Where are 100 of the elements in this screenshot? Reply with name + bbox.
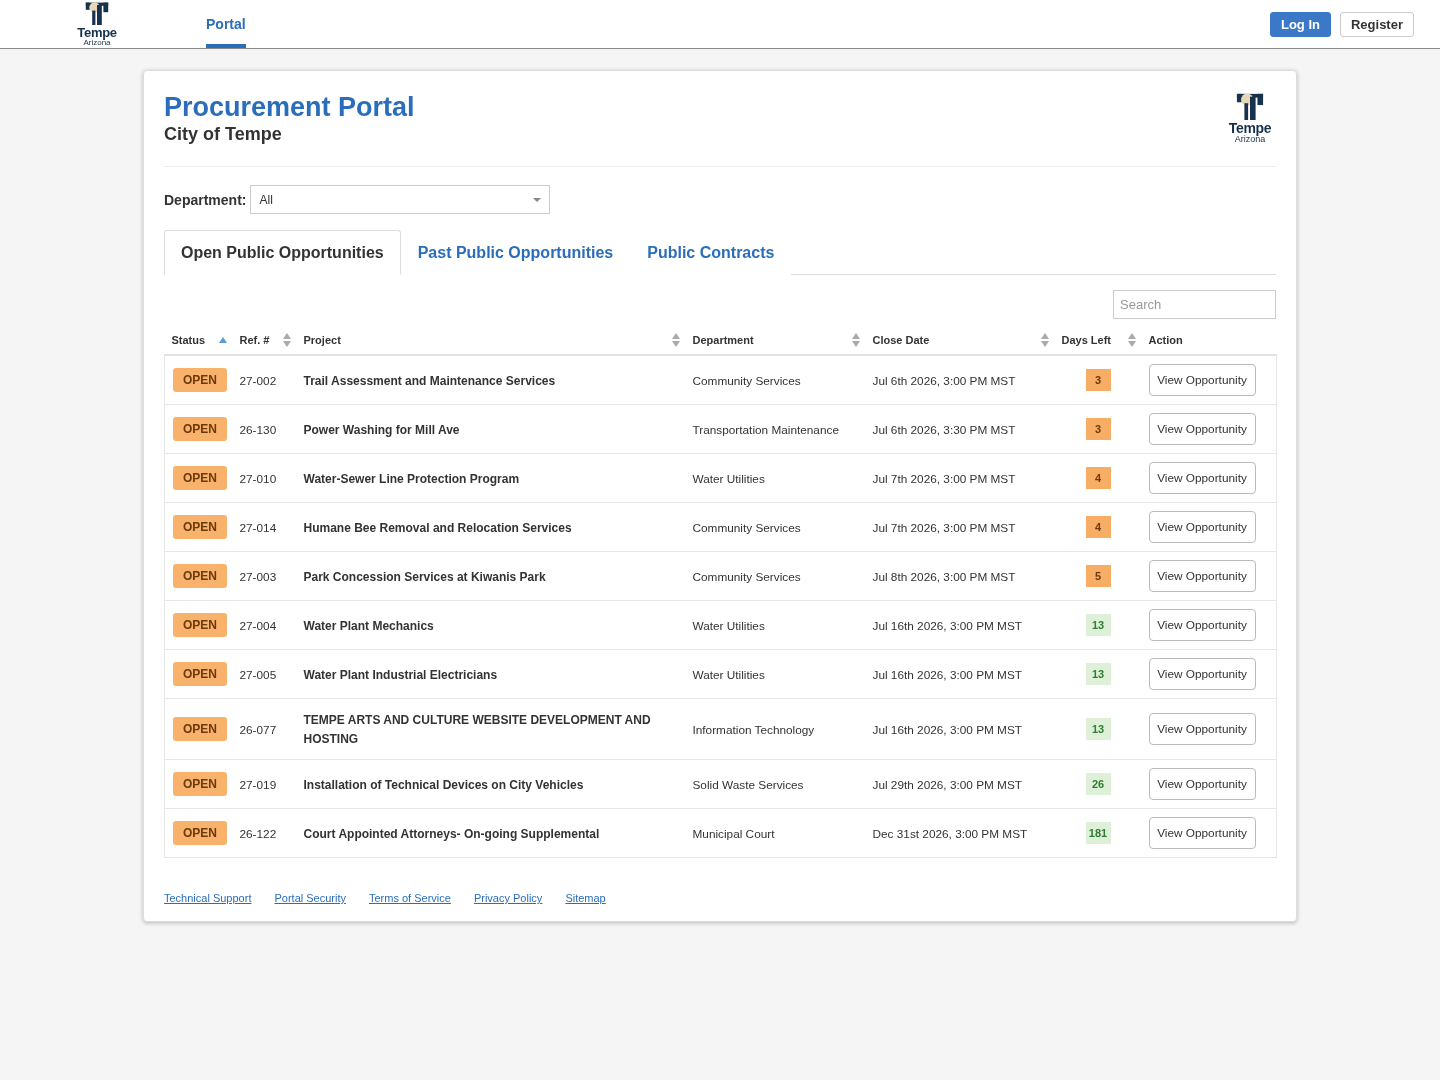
login-button[interactable]: Log In — [1269, 11, 1331, 37]
department-name: Community Services — [692, 520, 801, 535]
page-subtitle: City of Tempe — [164, 123, 283, 145]
tab[interactable]: Open Public Opportunities — [164, 230, 401, 275]
ref-number: 27-002 — [239, 373, 277, 388]
days-left-badge: 4 — [1085, 467, 1111, 489]
view-opportunity-button[interactable]: View Opportunity — [1148, 713, 1256, 745]
column-header: Ref. # — [239, 333, 270, 346]
view-opportunity-button[interactable]: View Opportunity — [1148, 817, 1256, 849]
close-date: Jul 6th 2026, 3:30 PM MST — [872, 422, 1016, 437]
project-title: Park Concession Services at Kiwanis Park — [303, 569, 546, 584]
close-date: Jul 7th 2026, 3:00 PM MST — [872, 471, 1016, 486]
days-left-badge: 13 — [1085, 663, 1111, 685]
logo-mark-icon — [85, 0, 109, 26]
project-title: Water-Sewer Line Protection Program — [303, 471, 520, 486]
status-badge: OPEN — [173, 613, 227, 637]
sort-icon[interactable] — [1127, 332, 1136, 347]
ref-number: 27-010 — [239, 471, 277, 486]
footer-link[interactable]: Terms of Service — [369, 892, 451, 904]
status-badge: OPEN — [173, 662, 227, 686]
search-field[interactable]: Search — [1113, 290, 1276, 319]
project-title: Installation of Technical Devices on City Vehicles — [303, 777, 584, 792]
column-header: Status — [171, 333, 206, 346]
ref-number: 26-122 — [239, 826, 277, 841]
register-button[interactable]: Register — [1339, 11, 1414, 37]
sort-icon[interactable] — [851, 332, 860, 347]
logo-name: Tempe — [77, 26, 117, 39]
days-left-badge: 181 — [1085, 822, 1111, 844]
column-header: Action — [1148, 333, 1183, 346]
ref-number: 27-004 — [239, 618, 277, 633]
department-name: Water Utilities — [692, 667, 765, 682]
department-name: Community Services — [692, 569, 801, 584]
view-opportunity-button[interactable]: View Opportunity — [1148, 413, 1256, 445]
nav-tab[interactable]: Portal — [206, 0, 246, 48]
footer-link[interactable]: Portal Security — [274, 892, 346, 904]
status-badge: OPEN — [173, 466, 227, 490]
view-opportunity-button[interactable]: View Opportunity — [1148, 658, 1256, 690]
ref-number: 27-005 — [239, 667, 277, 682]
status-badge: OPEN — [173, 564, 227, 588]
footer-link[interactable]: Technical Support — [164, 892, 252, 904]
department-name: Transportation Maintenance — [692, 422, 839, 437]
column-header: Close Date — [872, 333, 930, 346]
department-name: Water Utilities — [692, 618, 765, 633]
project-title: Water Plant Mechanics — [303, 618, 434, 633]
department-name: Information Technology — [692, 722, 815, 737]
status-badge: OPEN — [173, 368, 227, 392]
department-select[interactable]: All — [250, 185, 551, 214]
close-date: Jul 8th 2026, 3:00 PM MST — [872, 569, 1016, 584]
department-name: Community Services — [692, 373, 801, 388]
view-opportunity-button[interactable]: View Opportunity — [1148, 609, 1256, 641]
close-date: Jul 16th 2026, 3:00 PM MST — [872, 667, 1022, 682]
department-name: Water Utilities — [692, 471, 765, 486]
sort-icon[interactable] — [671, 332, 680, 347]
project-title: TEMPE ARTS AND CULTURE WEBSITE DEVELOPMENT AND HOSTING — [303, 713, 651, 746]
view-opportunity-button[interactable]: View Opportunity — [1148, 560, 1256, 592]
status-badge: OPEN — [173, 717, 227, 741]
close-date: Jul 6th 2026, 3:00 PM MST — [872, 373, 1016, 388]
project-title: Humane Bee Removal and Relocation Services — [303, 520, 572, 535]
sort-ascending-icon[interactable] — [218, 336, 227, 343]
close-date: Jul 7th 2026, 3:00 PM MST — [872, 520, 1016, 535]
sort-icon[interactable] — [1040, 332, 1049, 347]
days-left-badge: 13 — [1085, 614, 1111, 636]
status-badge: OPEN — [173, 417, 227, 441]
department-name: Solid Waste Services — [692, 777, 804, 792]
status-badge: OPEN — [173, 821, 227, 845]
view-opportunity-button[interactable]: View Opportunity — [1148, 364, 1256, 396]
days-left-badge: 5 — [1085, 565, 1111, 587]
view-opportunity-button[interactable]: View Opportunity — [1148, 511, 1256, 543]
days-left-badge: 26 — [1085, 773, 1111, 795]
ref-number: 27-003 — [239, 569, 277, 584]
logo-name: Tempe — [1228, 121, 1272, 135]
view-opportunity-button[interactable]: View Opportunity — [1148, 462, 1256, 494]
logo-mark-icon — [1236, 91, 1264, 121]
sort-icon[interactable] — [282, 332, 291, 347]
days-left-badge: 3 — [1085, 369, 1111, 391]
department-name: Municipal Court — [692, 826, 775, 841]
project-title: Power Washing for Mill Ave — [303, 422, 460, 437]
close-date: Jul 16th 2026, 3:00 PM MST — [872, 722, 1022, 737]
project-title: Trail Assessment and Maintenance Services — [303, 373, 556, 388]
caret-icon — [533, 197, 542, 202]
status-badge: OPEN — [173, 515, 227, 539]
column-header: Project — [303, 333, 341, 346]
footer-link[interactable]: Sitemap — [565, 892, 606, 904]
logo-region: Arizona — [83, 39, 111, 47]
logo-region: Arizona — [1234, 135, 1266, 144]
days-left-badge: 3 — [1085, 418, 1111, 440]
column-header: Department — [692, 333, 754, 346]
project-title: Court Appointed Attorneys- On-going Supplemental — [303, 826, 600, 841]
close-date: Jul 29th 2026, 3:00 PM MST — [872, 777, 1022, 792]
status-badge: OPEN — [173, 772, 227, 796]
project-title: Water Plant Industrial Electricians — [303, 667, 498, 682]
ref-number: 27-014 — [239, 520, 277, 535]
footer-link[interactable]: Privacy Policy — [473, 892, 543, 904]
ref-number: 26-077 — [239, 722, 277, 737]
close-date: Dec 31st 2026, 3:00 PM MST — [872, 826, 1028, 841]
days-left-badge: 13 — [1085, 718, 1111, 740]
filter-label: Department: — [164, 191, 247, 208]
days-left-badge: 4 — [1085, 516, 1111, 538]
view-opportunity-button[interactable]: View Opportunity — [1148, 768, 1256, 800]
column-header: Days Left — [1061, 333, 1112, 346]
